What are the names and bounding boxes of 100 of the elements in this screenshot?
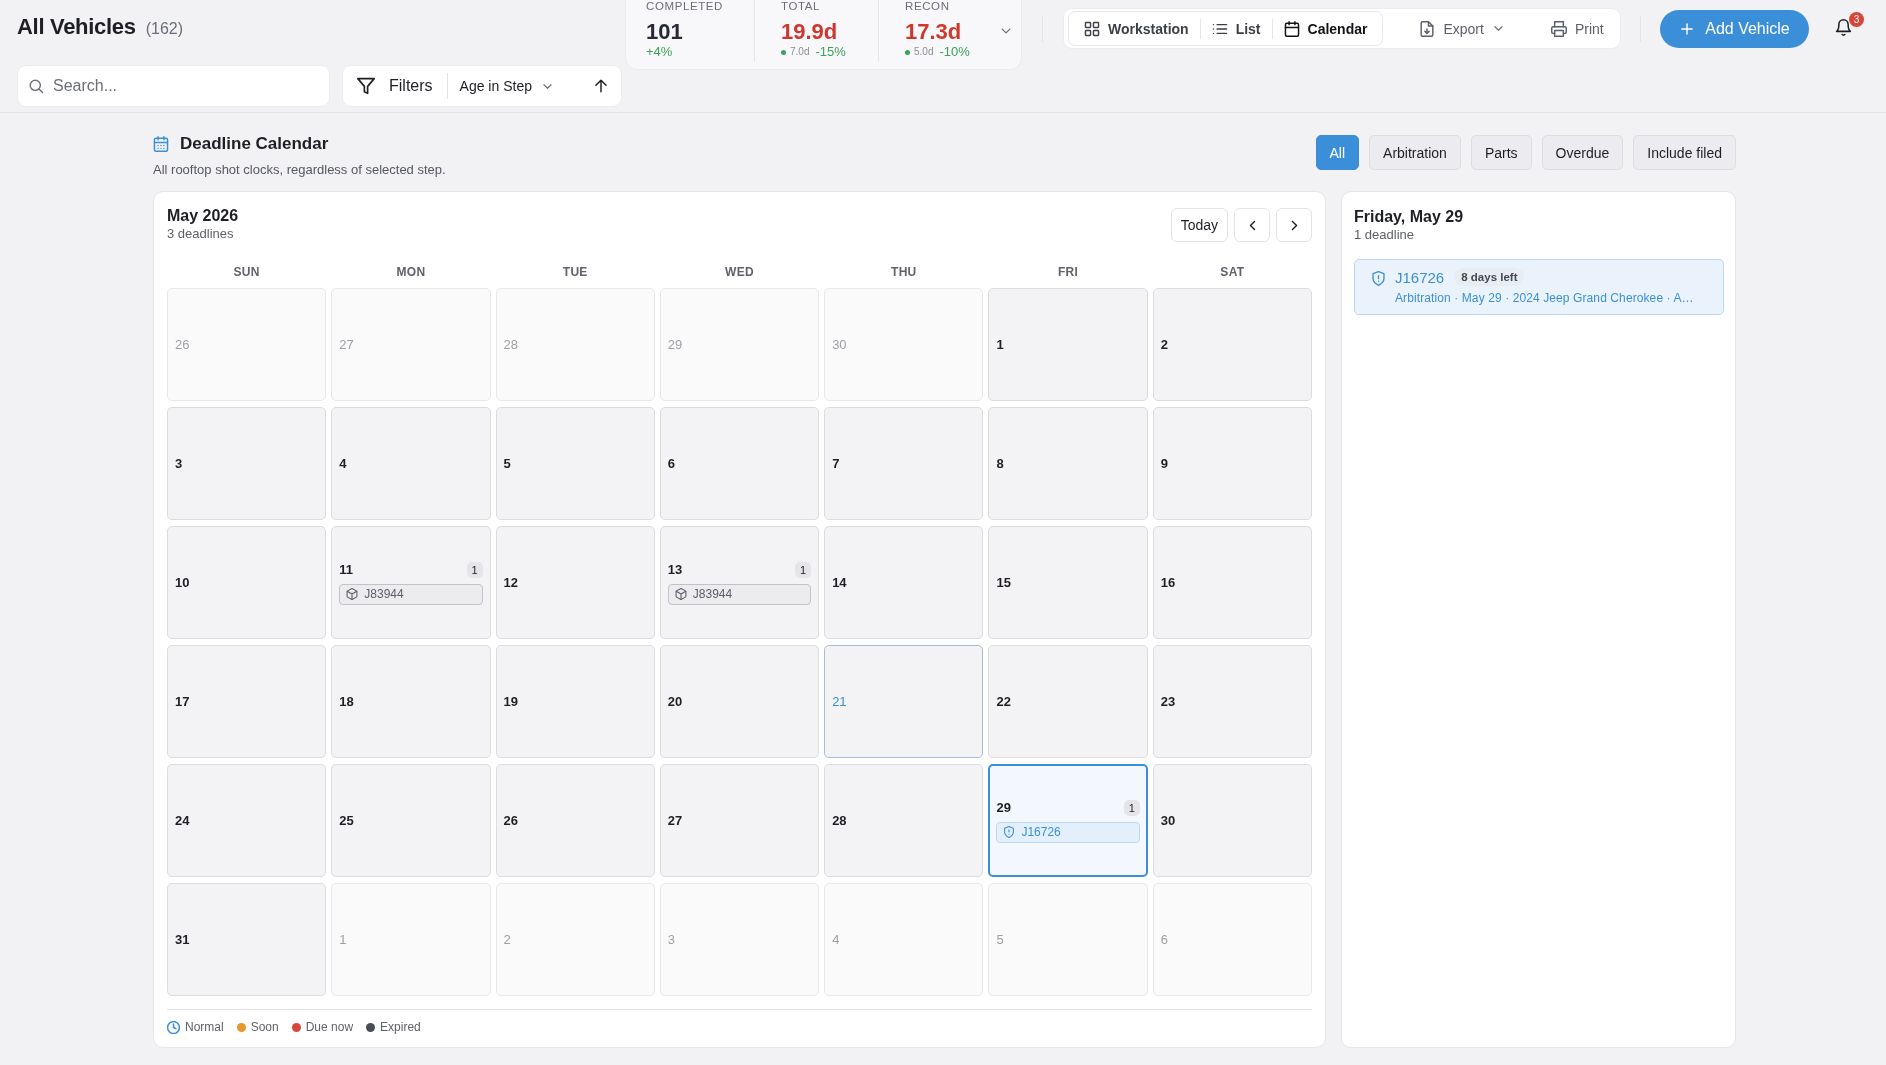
days-left-badge: 8 days left xyxy=(1454,268,1525,286)
stat-baseline: 5.0d xyxy=(914,45,934,59)
day-cell[interactable]: 20 xyxy=(659,645,820,758)
day-cell[interactable]: 7 xyxy=(824,407,984,520)
stat-label: COMPLETED xyxy=(646,0,724,12)
weekday-label: SAT xyxy=(1219,264,1246,281)
weekday-label: MON xyxy=(395,264,427,281)
day-number: 15 xyxy=(996,575,1011,590)
filter-chip[interactable]: Include filed xyxy=(1633,135,1736,170)
day-cell[interactable]: 24 xyxy=(167,764,327,877)
day-cell[interactable]: 3 xyxy=(167,407,327,520)
search-icon xyxy=(28,78,44,94)
stat-delta: -15% xyxy=(815,45,846,59)
view-tab[interactable]: Calendar xyxy=(1272,12,1379,45)
day-number: 6 xyxy=(1160,932,1168,947)
day-cell[interactable]: 28 xyxy=(824,764,984,877)
deadline-card[interactable]: J16726 8 days left Arbitration · May 29 · 2024 Jeep Grand Cherokee · A… xyxy=(1354,259,1724,315)
stat-label: RECON xyxy=(905,0,951,12)
day-cell[interactable]: 15 xyxy=(988,526,1148,639)
day-cell[interactable]: 23 xyxy=(1152,645,1312,758)
day-cell[interactable]: 4 xyxy=(331,407,491,520)
stat-delta: +4% xyxy=(646,45,673,59)
box-icon xyxy=(674,588,687,600)
day-number: 1 xyxy=(996,337,1004,352)
day-cell[interactable]: 13 1 J83944 xyxy=(659,526,820,639)
filters-button[interactable]: Filters xyxy=(357,77,433,95)
day-cell[interactable]: 31 xyxy=(167,883,327,996)
plus-icon xyxy=(1679,21,1696,37)
day-number: 28 xyxy=(832,813,847,828)
day-cell[interactable]: 27 xyxy=(659,764,820,877)
day-cell[interactable]: 1 xyxy=(988,288,1148,401)
day-number: 1 xyxy=(339,932,347,947)
view-tab[interactable]: List xyxy=(1200,12,1272,45)
day-cell[interactable]: 25 xyxy=(331,764,491,877)
weekday-label: THU xyxy=(890,264,918,281)
deadline-count-badge: 1 xyxy=(795,561,812,578)
shield-alert-icon xyxy=(1003,826,1016,838)
day-number: 23 xyxy=(1160,694,1176,709)
day-title: Friday, May 29 xyxy=(1354,207,1465,227)
day-number: 4 xyxy=(832,932,840,947)
section-subtitle: All rooftop shot clocks, regardless of selected step. xyxy=(153,162,446,178)
vehicle-count: (162) xyxy=(145,20,184,38)
day-cell[interactable]: 8 xyxy=(988,407,1148,520)
day-cell[interactable]: 11 1 J83944 xyxy=(331,526,491,639)
day-cell[interactable]: 9 xyxy=(1152,407,1312,520)
day-cell[interactable]: 17 xyxy=(167,645,327,758)
day-cell[interactable]: 18 xyxy=(331,645,491,758)
day-number: 27 xyxy=(667,813,683,828)
search-field[interactable]: Search... xyxy=(17,65,330,107)
day-cell[interactable]: 12 xyxy=(495,526,655,639)
filter-chip[interactable]: Parts xyxy=(1470,135,1532,170)
legend-label: Due now xyxy=(305,1020,354,1034)
day-number: 5 xyxy=(996,932,1004,947)
day-number: 16 xyxy=(1160,575,1176,590)
day-cell[interactable]: 6 xyxy=(659,407,820,520)
stat-baseline: 7.0d xyxy=(790,45,810,59)
filter-chip[interactable]: Arbitration xyxy=(1369,135,1461,170)
day-cell[interactable]: 26 xyxy=(495,764,655,877)
today-button[interactable]: Today xyxy=(1170,208,1228,242)
view-tab[interactable]: Workstation xyxy=(1073,12,1200,45)
day-number: 19 xyxy=(503,694,519,709)
day-cell[interactable]: 22 xyxy=(988,645,1148,758)
day-cell[interactable]: 5 xyxy=(495,407,655,520)
day-number: 24 xyxy=(175,813,190,828)
shield-alert-icon xyxy=(1371,271,1386,286)
day-number: 29 xyxy=(667,337,683,352)
deadline-count: 3 deadlines xyxy=(167,226,235,242)
day-number: 20 xyxy=(667,694,683,709)
day-number: 13 xyxy=(667,562,683,577)
month-title: May 2026 xyxy=(167,206,239,226)
day-cell[interactable]: 16 xyxy=(1152,526,1312,639)
export-button[interactable]: Export xyxy=(1407,12,1517,45)
day-number: 29 xyxy=(996,800,1011,815)
day-cell[interactable]: 10 xyxy=(167,526,327,639)
day-number: 12 xyxy=(503,575,519,590)
filter-chip[interactable]: Overdue xyxy=(1541,135,1624,170)
deadline-count-badge: 1 xyxy=(1123,799,1140,816)
day-number: 18 xyxy=(339,694,354,709)
stat-value: 101 xyxy=(646,19,684,45)
day-number: 10 xyxy=(175,575,190,590)
deadline-chip[interactable]: J83944 xyxy=(667,583,812,605)
weekday-label: SUN xyxy=(232,264,261,281)
sort-dropdown[interactable]: Age in Step xyxy=(459,78,554,94)
day-cell[interactable]: 30 xyxy=(1152,764,1312,877)
print-button[interactable]: Print xyxy=(1538,12,1616,45)
printer-icon xyxy=(1550,20,1567,37)
day-cell[interactable]: 19 xyxy=(495,645,655,758)
day-cell[interactable]: 29 1 J16726 xyxy=(988,764,1148,877)
day-number: 8 xyxy=(996,456,1004,471)
deadline-details: Arbitration · May 29 · 2024 Jeep Grand Cherokee · A… xyxy=(1395,291,1694,305)
deadline-chip[interactable]: J83944 xyxy=(339,583,483,605)
day-number: 2 xyxy=(503,932,511,947)
day-cell[interactable]: 2 xyxy=(1152,288,1312,401)
vehicle-id: J16726 xyxy=(1395,268,1445,286)
day-cell[interactable]: 14 xyxy=(824,526,984,639)
stat-delta: -10% xyxy=(939,45,970,59)
day-number: 31 xyxy=(175,932,190,947)
legend-label: Expired xyxy=(380,1020,421,1034)
bell-icon xyxy=(1835,19,1852,36)
legend-label: Soon xyxy=(250,1020,279,1034)
